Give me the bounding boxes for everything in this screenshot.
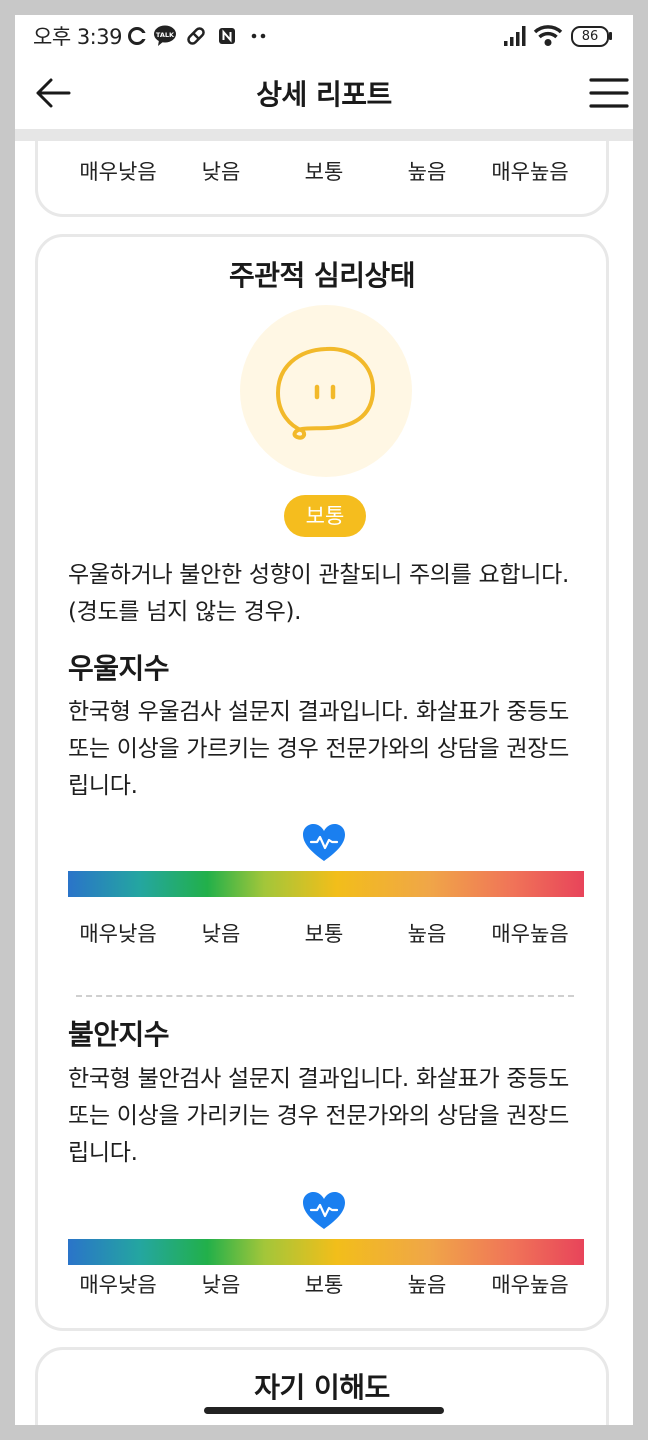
app-header: 상세 리포트: [15, 57, 633, 129]
scale-label-very-low: 매우낮음: [79, 160, 157, 184]
scale-label-high: 높음: [407, 922, 447, 946]
hamburger-menu-icon: [589, 78, 629, 108]
mental-state-description: 우울하거나 불안한 성향이 관찰되니 주의를 요합니다. (경도를 넘지 않는 …: [68, 562, 569, 625]
status-badge: 보통: [284, 495, 366, 537]
c-icon: [128, 27, 147, 45]
depression-title: 우울지수: [68, 652, 170, 685]
scale-label-normal: 보통: [304, 922, 344, 946]
battery-level: 86: [581, 29, 599, 44]
card-title: 자기 이해도: [254, 1371, 390, 1404]
svg-text:TALK: TALK: [156, 31, 175, 39]
scale-label-normal: 보통: [304, 160, 344, 184]
anxiety-title: 불안지수: [68, 1018, 170, 1051]
battery-icon: 86: [571, 26, 609, 47]
anxiety-scale-labels: 매우낮음 낮음 보통 높음 매우높음: [38, 1269, 606, 1299]
section-divider: [76, 995, 574, 997]
mental-state-card: 주관적 심리상태 보통 우울하거나 불안한 성향이 관찰되니 주의를 요합니다.…: [35, 234, 609, 1331]
scale-label-high: 높음: [407, 160, 447, 184]
face-circle: [240, 305, 412, 477]
anxiety-gauge-bar: [68, 1239, 584, 1265]
scale-label-low: 낮음: [201, 1273, 241, 1297]
card-title: 주관적 심리상태: [228, 259, 416, 292]
report-content[interactable]: 매우낮음 낮음 보통 높음 매우높음 주관적 심리상태 보통 우울하거나 불안한…: [15, 15, 633, 1425]
header-shadow: [15, 129, 633, 141]
scale-label-very-low: 매우낮음: [79, 922, 157, 946]
scale-label-high: 높음: [407, 1273, 447, 1297]
kakaotalk-icon: TALK: [154, 25, 176, 46]
page-title: 상세 리포트: [256, 78, 392, 111]
scale-labels: 매우낮음 낮음 보통 높음 매우높음: [38, 156, 606, 186]
phone-screen: 오후 3:39 TALK 86 상세 리포트 매우낮음 낮음 보통 높음 매우높…: [15, 15, 633, 1425]
scale-label-very-high: 매우높음: [491, 1273, 569, 1297]
anxiety-description: 한국형 불안검사 설문지 결과입니다. 화살표가 중등도 또는 이상을 가리키는…: [68, 1066, 569, 1166]
depression-scale-labels: 매우낮음 낮음 보통 높음 매우높음: [38, 918, 606, 948]
depression-heart-marker-icon: [303, 824, 345, 861]
wifi-icon: [533, 25, 563, 46]
depression-description: 한국형 우울검사 설문지 결과입니다. 화살표가 중등도 또는 이상을 가르키는…: [68, 699, 569, 799]
pill-icon: [187, 27, 205, 45]
signal-icon: [504, 26, 526, 46]
battery-tip: [609, 32, 612, 40]
menu-button[interactable]: [589, 75, 629, 111]
scale-label-low: 낮음: [201, 922, 241, 946]
scale-label-normal: 보통: [304, 1273, 344, 1297]
depression-gauge-bar: [68, 871, 584, 897]
status-time: 오후 3:39: [33, 25, 122, 49]
anxiety-heart-marker-icon: [303, 1192, 345, 1229]
scale-label-very-low: 매우낮음: [79, 1273, 157, 1297]
neutral-face-icon: [276, 346, 376, 440]
home-indicator[interactable]: [204, 1407, 444, 1414]
notification-n-icon: [219, 28, 235, 44]
scale-label-low: 낮음: [201, 160, 241, 184]
scale-label-very-high: 매우높음: [491, 160, 569, 184]
scale-label-very-high: 매우높음: [491, 922, 569, 946]
status-bar: 오후 3:39 TALK 86: [15, 15, 633, 57]
more-dots-icon: [251, 33, 266, 39]
